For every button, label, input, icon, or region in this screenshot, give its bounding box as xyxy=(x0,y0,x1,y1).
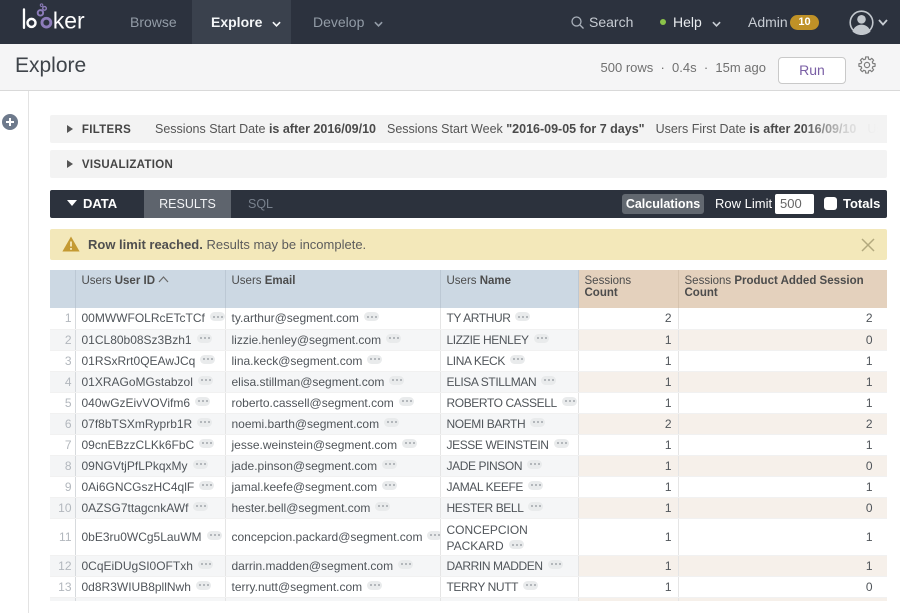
svg-text:ker: ker xyxy=(53,8,85,34)
